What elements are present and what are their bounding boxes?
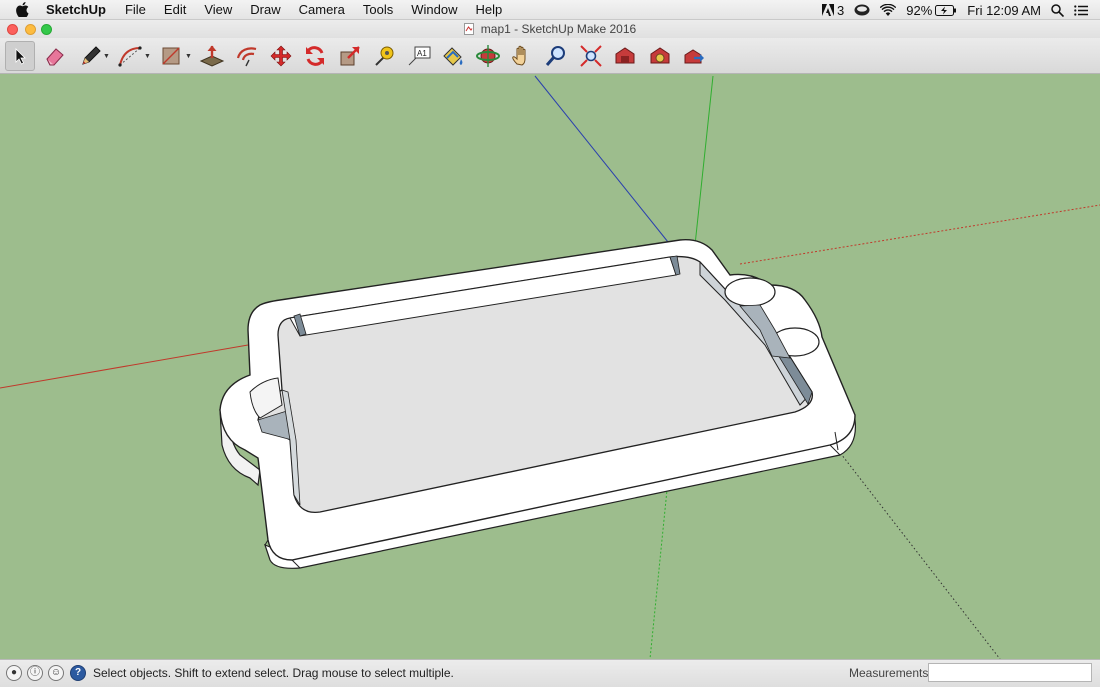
battery-status[interactable]: 92% (906, 3, 957, 18)
credits-icon[interactable]: ⓘ (27, 665, 43, 681)
pan-tool[interactable] (507, 41, 537, 71)
tape-measure-tool[interactable] (369, 41, 399, 71)
geolocation-icon[interactable]: ● (6, 665, 22, 681)
zoom-extents-icon (580, 45, 602, 67)
text-label-icon: A1 (408, 46, 431, 66)
tool-palette: ▼ ▼ ▼ A1 (0, 38, 1100, 74)
share-model-icon (684, 49, 704, 64)
warehouse-tool[interactable] (610, 41, 640, 71)
notification-center-icon[interactable] (1074, 4, 1088, 16)
window-close-button[interactable] (7, 24, 18, 35)
status-message: Select objects. Shift to extend select. … (93, 666, 454, 680)
cloud-icon[interactable] (854, 4, 870, 16)
menu-extras: 3 92% Fri 12:09 AM (812, 0, 1100, 20)
scale-tool[interactable] (335, 41, 365, 71)
blue-axis-line (534, 75, 669, 243)
share-model-tool[interactable] (679, 41, 709, 71)
orbit-icon (476, 45, 500, 67)
app-menu[interactable]: SketchUp (46, 0, 106, 20)
offset-tool[interactable] (232, 41, 262, 71)
orbit-tool[interactable] (473, 41, 503, 71)
red-axis-line (0, 344, 249, 389)
adobe-status-item[interactable]: 3 (822, 3, 844, 18)
model-viewport[interactable] (0, 74, 1100, 660)
pencil-icon (82, 46, 101, 65)
scale-icon (340, 46, 360, 66)
spotlight-search-icon[interactable] (1051, 3, 1064, 17)
eraser-icon (46, 48, 64, 66)
measurements-input[interactable] (928, 663, 1092, 682)
menu-edit[interactable]: Edit (164, 0, 186, 20)
pencil-line-tool[interactable] (75, 41, 105, 71)
battery-percent: 92% (906, 2, 933, 18)
blue-axis-dotted (837, 449, 1001, 660)
measurements-label: Measurements (849, 666, 929, 680)
offset-icon (236, 47, 257, 67)
window-zoom-button[interactable] (41, 24, 52, 35)
model-canvas[interactable] (0, 74, 1100, 660)
window-minimize-button[interactable] (25, 24, 36, 35)
text-tool-glyph: A1 (417, 49, 427, 58)
menu-bar: SketchUp File Edit View Draw Camera Tool… (0, 0, 1100, 20)
menu-camera[interactable]: Camera (299, 0, 345, 20)
rectangle-icon (162, 47, 180, 65)
chevron-down-icon[interactable]: ▼ (103, 53, 110, 60)
tray-model[interactable] (219, 239, 857, 569)
rotate-icon (306, 46, 324, 66)
arrow-cursor-icon (15, 48, 26, 65)
chevron-down-icon[interactable]: ▼ (185, 53, 192, 60)
extension-warehouse-tool[interactable] (645, 41, 675, 71)
clock[interactable]: Fri 12:09 AM (967, 3, 1041, 18)
red-axis-dotted (739, 204, 1100, 265)
green-axis-line (694, 75, 714, 246)
adobe-icon (822, 4, 835, 16)
instructor-help-icon[interactable]: ? (70, 665, 86, 681)
extension-warehouse-icon (650, 47, 670, 64)
text-tool[interactable]: A1 (404, 41, 434, 71)
chevron-down-icon[interactable]: ▼ (144, 53, 151, 60)
paint-bucket-icon (443, 47, 463, 66)
magnifier-icon (545, 46, 565, 66)
menu-help[interactable]: Help (475, 0, 502, 20)
eraser-tool[interactable] (40, 41, 70, 71)
arc-icon (118, 46, 142, 67)
apple-menu-icon[interactable] (16, 2, 32, 17)
rectangle-tool[interactable] (156, 41, 186, 71)
zoom-extents-tool[interactable] (576, 41, 606, 71)
select-tool[interactable] (5, 41, 35, 71)
menu-draw[interactable]: Draw (250, 0, 280, 20)
rotate-tool[interactable] (300, 41, 330, 71)
battery-charging-icon (935, 4, 957, 16)
warehouse-icon (615, 47, 635, 64)
push-pull-icon (199, 45, 225, 67)
menu-tools[interactable]: Tools (363, 0, 393, 20)
adobe-count: 3 (837, 2, 845, 18)
menu-view[interactable]: View (204, 0, 232, 20)
user-account-icon[interactable]: ☺ (48, 665, 64, 681)
menu-file[interactable]: File (125, 0, 146, 20)
menu-window[interactable]: Window (411, 0, 457, 20)
paint-bucket-tool[interactable] (438, 41, 468, 71)
wifi-icon[interactable] (880, 4, 897, 16)
arc-tool[interactable] (115, 41, 145, 71)
window-title-bar: map1 - SketchUp Make 2016 (0, 20, 1100, 38)
hand-icon (512, 45, 526, 66)
green-axis-dotted (649, 479, 669, 660)
push-pull-tool[interactable] (197, 41, 227, 71)
document-icon (463, 23, 474, 35)
right-handle-upper (724, 277, 776, 307)
zoom-tool[interactable] (541, 41, 571, 71)
window-title: map1 - SketchUp Make 2016 (480, 22, 637, 36)
move-tool[interactable] (266, 41, 296, 71)
tape-measure-icon (375, 46, 394, 66)
move-arrows-icon (270, 45, 292, 67)
status-bar: ● ⓘ ☺ ? Select objects. Shift to extend … (0, 659, 1100, 687)
